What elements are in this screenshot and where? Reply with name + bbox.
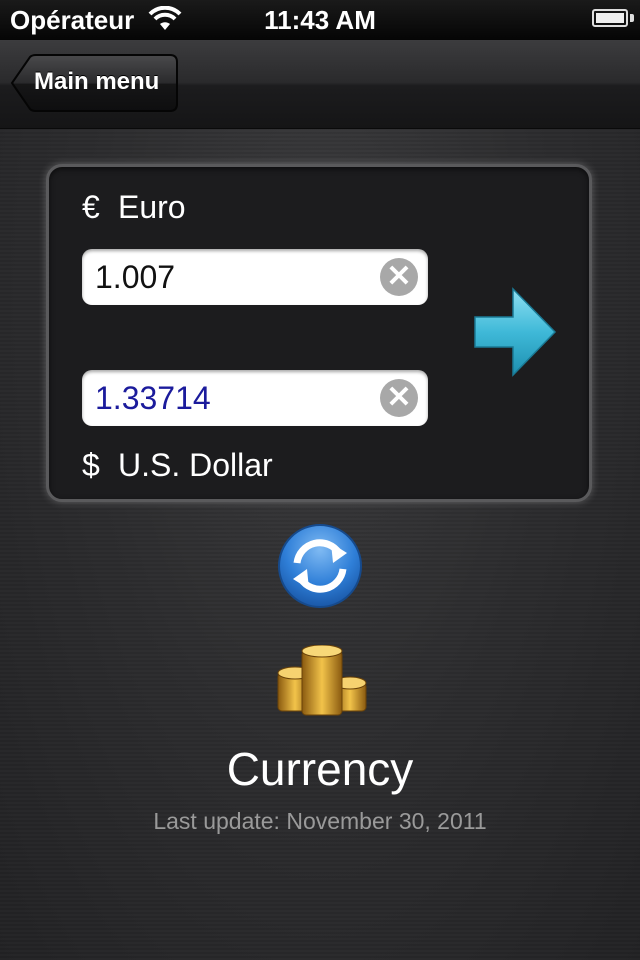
back-button-label: Main menu (34, 68, 160, 95)
from-currency-label[interactable]: € Euro (82, 189, 186, 226)
clear-icon: ✕ (386, 381, 412, 414)
from-amount-value: 1.007 (95, 259, 176, 295)
last-update-text: Last update: November 30, 2011 (153, 808, 487, 834)
clear-icon: ✕ (386, 260, 412, 293)
refresh-icon[interactable] (277, 523, 363, 609)
battery-tip (630, 14, 634, 22)
dollar-symbol: $ (82, 447, 100, 483)
converter-panel: € Euro 1.007 ✕ 1.33714 ✕ $ U.S. Dollar (46, 164, 592, 502)
clear-from-button[interactable]: ✕ (380, 258, 418, 296)
from-amount-field[interactable]: 1.007 ✕ (82, 249, 428, 305)
from-currency-name: Euro (118, 189, 186, 225)
clear-to-button[interactable]: ✕ (380, 379, 418, 417)
main-menu-back-button[interactable]: Main menu (10, 54, 178, 112)
status-time: 11:43 AM (264, 5, 376, 35)
arrow-right-icon[interactable] (473, 287, 557, 377)
coins-icon (276, 644, 368, 721)
to-currency-name: U.S. Dollar (118, 447, 273, 483)
to-currency-label[interactable]: $ U.S. Dollar (82, 447, 273, 484)
euro-symbol: € (82, 189, 100, 225)
status-bar: Opérateur 11:43 AM (0, 0, 640, 40)
app-title: Currency (226, 743, 414, 795)
to-amount-field[interactable]: 1.33714 ✕ (82, 370, 428, 426)
to-amount-value: 1.33714 (95, 380, 211, 416)
navigation-bar: Main menu (0, 40, 640, 129)
battery-icon (592, 9, 628, 27)
